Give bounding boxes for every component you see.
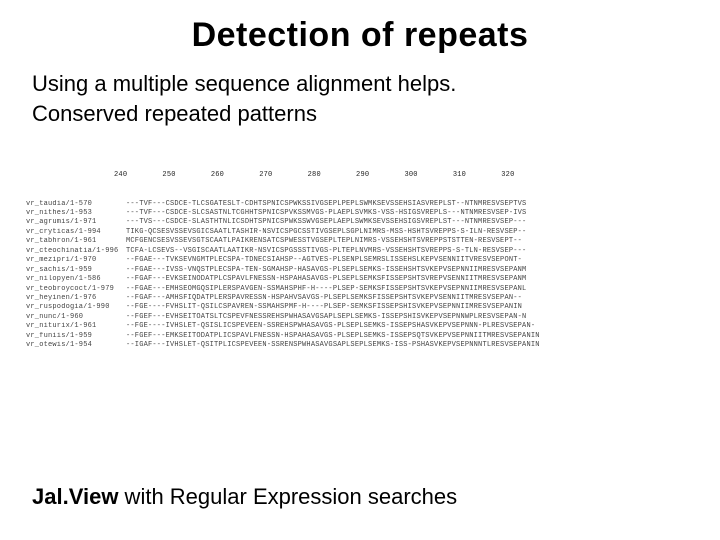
alignment-row-label: vr_nunc/1-960 (26, 313, 126, 322)
alignment-row: vr_ruspodogia/1-990--FGE----FVHSLIT-QSIL… (26, 303, 688, 312)
alignment-row-sequence: --FGEF---EMKSEITODATPLICSPAVLFNESSN-HSPA… (126, 332, 540, 341)
alignment-row-sequence: TCFA-LCSEVS--VSGISCAATLAATIKR-NSVICSPGSS… (126, 247, 526, 256)
alignment-row: vr_funiis/1-959--FGEF---EMKSEITODATPLICS… (26, 332, 688, 341)
alignment-row-label: vr_teobroycoct/1-979 (26, 285, 126, 294)
alignment-row-label: vr_cteochinatia/1-996 (26, 247, 126, 256)
alignment-rows: vr_taudia/1-570---TVF---CSDCE-TLCSGATESL… (26, 200, 688, 351)
alignment-row: vr_cryticas/1-994TIKG-QCSESVSSEVSGICSAAT… (26, 228, 688, 237)
alignment-row-label: vr_ruspodogia/1-990 (26, 303, 126, 312)
alignment-row-label: vr_agrumis/1-971 (26, 218, 126, 227)
alignment-row-label: vr_funiis/1-959 (26, 332, 126, 341)
alignment-row-sequence: --FGAF---EVKSEINODATPLCSPAVLFNESSN-HSPAH… (126, 275, 526, 284)
slide-subtitle: Using a multiple sequence alignment help… (32, 69, 688, 128)
alignment-row-sequence: --FGAE---IVSS-VNQSTPLECSPA-TEN-SGMAHSP-H… (126, 266, 526, 275)
alignment-row-label: vr_mezipri/1-970 (26, 256, 126, 265)
subtitle-line-1: Using a multiple sequence alignment help… (32, 69, 688, 99)
alignment-row-label: vr_otewis/1-954 (26, 341, 126, 350)
alignment-row-sequence: --IGAF---IVHSLET-QSITPLICSPEVEEN-SSRENSP… (126, 341, 540, 350)
alignment-row-sequence: MCFGENCSESVSSEVSGTSCAATLPAIKRENSATCSPWES… (126, 237, 522, 246)
alignment-row-sequence: --FGE----FVHSLIT-QSILCSPAVREN-SSMAHSPMF-… (126, 303, 522, 312)
alignment-row: vr_tabhron/1-961MCFGENCSESVSSEVSGTSCAATL… (26, 237, 688, 246)
slide-title: Detection of repeats (32, 16, 688, 55)
alignment-row: vr_mezipri/1-970--FGAE---TVKSEVNGMTPLECS… (26, 256, 688, 265)
alignment-row: vr_heyinen/1-976--FGAF---AMHSFIQDATPLERS… (26, 294, 688, 303)
alignment-row: vr_nunc/1-960--FGEF---EVHSEITOATSLTCSPEV… (26, 313, 688, 322)
alignment-row-sequence: --FGAF---AMHSFIQDATPLERSPAVRESSN-HSPAHVS… (126, 294, 522, 303)
alignment-row-sequence: --FGAE---TVKSEVNGMTPLECSPA-TDNECSIAHSP--… (126, 256, 522, 265)
alignment-row-label: vr_heyinen/1-976 (26, 294, 126, 303)
alignment-row-sequence: TIKG-QCSESVSSEVSGICSAATLTASHIR-NSVICSPGC… (126, 228, 526, 237)
footer-rest: with Regular Expression searches (118, 484, 457, 509)
alignment-row: vr_taudia/1-570---TVF---CSDCE-TLCSGATESL… (26, 200, 688, 209)
alignment-row-label: vr_tabhron/1-961 (26, 237, 126, 246)
alignment-row-sequence: --FGAE---EMHSEOMGQSIPLERSPAVGEN-SSMAHSPH… (126, 285, 526, 294)
alignment-row: vr_otewis/1-954--IGAF---IVHSLET-QSITPLIC… (26, 341, 688, 350)
alignment-row-label: vr_nilopyen/1-586 (26, 275, 126, 284)
alignment-row-sequence: --FGEF---EVHSEITOATSLTCSPEVFNESSREHSPWHA… (126, 313, 526, 322)
alignment-row: vr_cteochinatia/1-996TCFA-LCSEVS--VSGISC… (26, 247, 688, 256)
alignment-row: vr_niturix/1-961--FGE----IVHSLET-QSISLIC… (26, 322, 688, 331)
alignment-ruler: 240 250 260 270 280 290 300 310 320 (26, 171, 688, 180)
alignment-row-label: vr_sachis/1-959 (26, 266, 126, 275)
subtitle-line-2: Conserved repeated patterns (32, 99, 688, 129)
alignment-row: vr_nilopyen/1-586--FGAF---EVKSEINODATPLC… (26, 275, 688, 284)
alignment-row-sequence: ---TVF---CSDCE-SLCSASTNLTCGHHTSPNICSPVKS… (126, 209, 526, 218)
alignment-row: vr_agrumis/1-971---TVS---CSDCE-SLASTHTNL… (26, 218, 688, 227)
alignment-row-sequence: ---TVF---CSDCE-TLCSGATESLT-CDHTSPNICSPWK… (126, 200, 526, 209)
slide: Detection of repeats Using a multiple se… (0, 0, 720, 540)
footer-bold: Jal.View (32, 484, 118, 509)
alignment-row: vr_sachis/1-959--FGAE---IVSS-VNQSTPLECSP… (26, 266, 688, 275)
alignment-row: vr_teobroycoct/1-979--FGAE---EMHSEOMGQSI… (26, 285, 688, 294)
alignment-row-label: vr_nithes/1-953 (26, 209, 126, 218)
alignment-row-label: vr_cryticas/1-994 (26, 228, 126, 237)
alignment-block: 240 250 260 270 280 290 300 310 320 vr_t… (26, 152, 688, 369)
alignment-row: vr_nithes/1-953---TVF---CSDCE-SLCSASTNLT… (26, 209, 688, 218)
alignment-row-label: vr_niturix/1-961 (26, 322, 126, 331)
alignment-row-sequence: --FGE----IVHSLET-QSISLICSPEVEEN-SSREHSPW… (126, 322, 535, 331)
footer-line: Jal.View with Regular Expression searche… (32, 484, 688, 510)
alignment-row-label: vr_taudia/1-570 (26, 200, 126, 209)
alignment-row-sequence: ---TVS---CSDCE-SLASTHTNLICSDHTSPNICSPWKS… (126, 218, 526, 227)
